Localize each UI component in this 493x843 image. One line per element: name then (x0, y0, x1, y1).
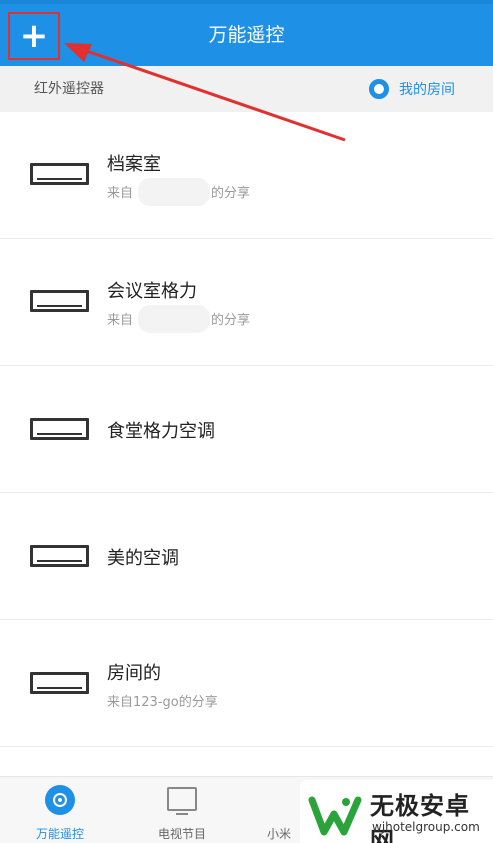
share-suffix: 的分享 (211, 313, 251, 328)
watermark-logo-icon (308, 796, 362, 836)
tab-universal-remote[interactable]: 万能遥控 (5, 777, 115, 843)
air-conditioner-icon (30, 290, 89, 312)
air-conditioner-icon (30, 545, 89, 567)
redacted-blur (138, 178, 210, 206)
app-screen: + 万能遥控 红外遥控器 我的房间 档案室 来自 的分享 会议室格力 来自 的分享 (0, 0, 493, 843)
device-name: 会议室格力 (107, 281, 197, 302)
category-bar: 红外遥控器 我的房间 (0, 66, 493, 112)
ir-remote-label: 红外遥控器 (34, 81, 104, 97)
device-share-source: 来自123-go的分享 (107, 695, 218, 710)
room-ring-icon (369, 79, 389, 99)
device-row[interactable]: 档案室 来自 的分享 (0, 112, 493, 239)
my-room-label: 我的房间 (399, 82, 455, 98)
tab-label: 电视节目 (157, 827, 206, 841)
watermark-overlay: 无极安卓网 wjhotelgroup.com (300, 780, 493, 843)
device-name: 档案室 (107, 154, 161, 175)
share-suffix: 的分享 (211, 186, 251, 201)
share-prefix: 来自 (107, 313, 134, 328)
watermark-title: 无极安卓网 (370, 792, 470, 843)
tab-tv-programs[interactable]: 电视节目 (127, 777, 237, 843)
device-row[interactable]: 美的空调 (0, 493, 493, 620)
air-conditioner-icon (30, 163, 89, 185)
top-app-bar: + 万能遥控 (0, 0, 493, 66)
remote-icon (45, 785, 75, 815)
device-name: 房间的 (107, 663, 161, 684)
tab-label: 万能遥控 (35, 827, 84, 841)
device-list: 档案室 来自 的分享 会议室格力 来自 的分享 食堂格力空调 美的空调 房间的 来自 (0, 112, 493, 747)
device-name: 美的空调 (107, 548, 179, 569)
tv-icon (167, 787, 197, 815)
watermark-url: wjhotelgroup.com (372, 820, 480, 834)
device-row[interactable]: 房间的 来自123-go的分享 (0, 620, 493, 747)
my-room-button[interactable]: 我的房间 (369, 66, 455, 112)
air-conditioner-icon (30, 418, 89, 440)
share-prefix: 来自 (107, 186, 134, 201)
redacted-blur (138, 305, 210, 333)
device-row[interactable]: 食堂格力空调 (0, 366, 493, 493)
device-name: 食堂格力空调 (107, 421, 215, 442)
air-conditioner-icon (30, 672, 89, 694)
device-row[interactable]: 会议室格力 来自 的分享 (0, 239, 493, 366)
page-title: 万能遥控 (208, 24, 285, 46)
